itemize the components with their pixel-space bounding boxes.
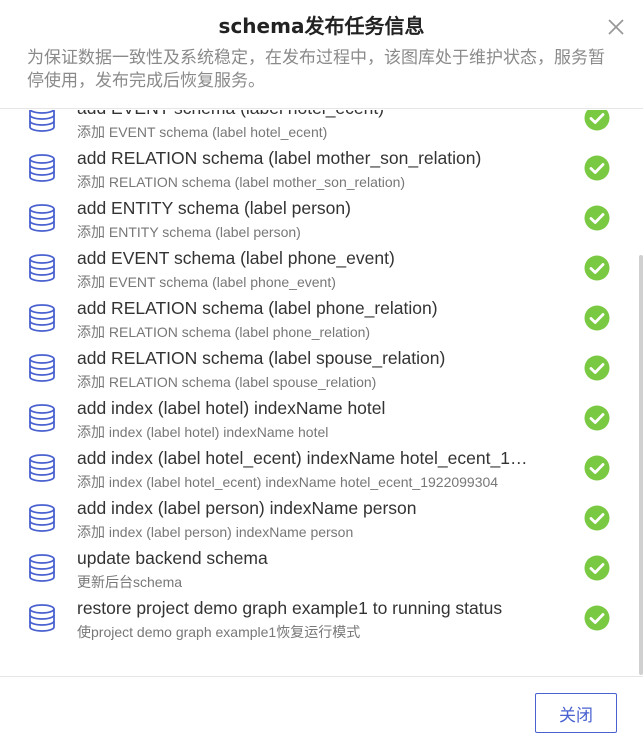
task-subtitle: 添加 index (label person) indexName person [77, 524, 354, 540]
task-row: add ENTITY schema (label person) 添加 ENTIT… [0, 196, 643, 246]
task-title: add RELATION schema (label mother_son_re… [77, 148, 482, 168]
task-row: add index (label hotel) indexName hotel 添… [0, 396, 643, 446]
task-title: add RELATION schema (label phone_relatio… [77, 298, 438, 318]
database-icon [29, 254, 55, 282]
success-check-icon [584, 205, 610, 231]
task-row: add index (label hotel_ecent) indexName … [0, 446, 643, 496]
success-check-icon [584, 155, 610, 181]
task-title: update backend schema [77, 548, 268, 568]
task-subtitle: 添加 RELATION schema (label mother_son_rel… [77, 174, 406, 190]
task-list-viewport[interactable]: add EVENT schema (label hotel_ecent) 添加 E… [0, 110, 643, 676]
task-subtitle: 添加 index (label hotel) indexName hotel [77, 424, 329, 440]
maintenance-notice: 为保证数据一致性及系统稳定，在发布过程中，该图库处于维护状态，服务暂停使用，发布… [27, 48, 605, 91]
success-check-icon [584, 555, 610, 581]
dialog-header: schema发布任务信息 为保证数据一致性及系统稳定，在发布过程中，该图库处于维… [0, 0, 643, 109]
dialog-title: schema发布任务信息 [218, 14, 425, 38]
publish-dialog: schema发布任务信息 为保证数据一致性及系统稳定，在发布过程中，该图库处于维… [0, 0, 643, 741]
task-row: add index (label person) indexName perso… [0, 496, 643, 546]
task-list: add EVENT schema (label hotel_ecent) 添加 E… [0, 110, 643, 646]
close-icon[interactable] [605, 16, 627, 38]
database-icon [29, 604, 55, 632]
task-row: restore project demo graph example1 to r… [0, 596, 643, 646]
task-subtitle: 使project demo graph example1恢复运行模式 [77, 624, 361, 640]
close-button[interactable]: 关闭 [535, 693, 617, 733]
task-title: add index (label hotel_ecent) indexName … [77, 448, 532, 468]
success-check-icon [584, 505, 610, 531]
success-check-icon [584, 110, 610, 131]
task-title: add index (label person) indexName perso… [77, 498, 417, 518]
task-subtitle: 添加 ENTITY schema (label person) [77, 224, 301, 240]
task-row: update backend schema 更新后台schema [0, 546, 643, 596]
database-icon [29, 154, 55, 182]
database-icon [29, 304, 55, 332]
database-icon [29, 504, 55, 532]
database-icon [29, 454, 55, 482]
task-row: add RELATION schema (label spouse_relati… [0, 346, 643, 396]
database-icon [29, 354, 55, 382]
success-check-icon [584, 355, 610, 381]
task-row: add EVENT schema (label phone_event) 添加 E… [0, 246, 643, 296]
success-check-icon [584, 255, 610, 281]
success-check-icon [584, 605, 610, 631]
task-title: add index (label hotel) indexName hotel [77, 398, 386, 418]
task-title: add ENTITY schema (label person) [77, 198, 351, 218]
database-icon [29, 554, 55, 582]
scrollbar[interactable] [639, 255, 643, 675]
database-icon [29, 404, 55, 432]
task-subtitle: 添加 RELATION schema (label spouse_relatio… [77, 374, 377, 390]
task-subtitle: 添加 EVENT schema (label phone_event) [77, 274, 336, 290]
task-title: add RELATION schema (label spouse_relati… [77, 348, 446, 368]
task-subtitle: 添加 RELATION schema (label phone_relation… [77, 324, 371, 340]
task-title: add EVENT schema (label hotel_ecent) [77, 110, 532, 119]
success-check-icon [584, 455, 610, 481]
database-icon [29, 204, 55, 232]
task-subtitle: 添加 EVENT schema (label hotel_ecent) [77, 124, 328, 140]
task-title: add EVENT schema (label phone_event) [77, 248, 395, 268]
task-row: add RELATION schema (label mother_son_re… [0, 146, 643, 196]
task-row: add EVENT schema (label hotel_ecent) 添加 E… [0, 110, 643, 146]
task-title: restore project demo graph example1 to r… [77, 598, 503, 618]
task-subtitle: 更新后台schema [77, 574, 183, 590]
database-icon [29, 110, 55, 132]
task-subtitle: 添加 index (label hotel_ecent) indexName h… [77, 474, 499, 490]
success-check-icon [584, 305, 610, 331]
success-check-icon [584, 405, 610, 431]
task-row: add RELATION schema (label phone_relatio… [0, 296, 643, 346]
dialog-footer: 关闭 [0, 676, 643, 741]
